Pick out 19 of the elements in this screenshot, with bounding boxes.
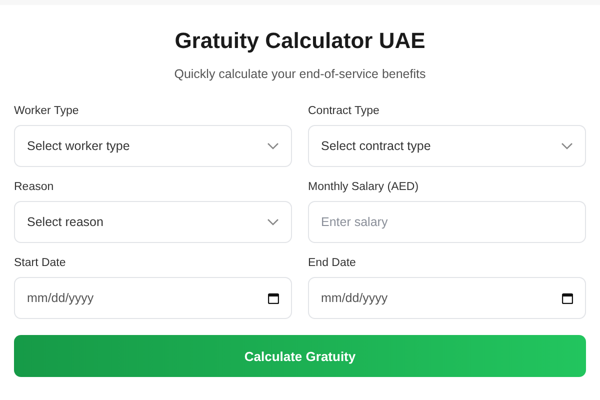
select-dropdown[interactable]: Select worker type <box>14 125 292 167</box>
chevron-down-icon <box>267 218 279 226</box>
page-title: Gratuity Calculator UAE <box>174 27 426 55</box>
field-label: Start Date <box>14 257 66 269</box>
chevron-down-icon <box>561 142 573 150</box>
field-label: Contract Type <box>308 105 380 117</box>
select-dropdown[interactable]: Select contract type <box>308 125 586 167</box>
page-subtitle: Quickly calculate your end-of-service benefits <box>173 67 427 81</box>
select-dropdown[interactable]: Select reason <box>14 201 292 243</box>
calendar-icon <box>268 292 279 304</box>
salary-input-field[interactable]: Enter salary <box>308 201 586 243</box>
field-label: End Date <box>308 257 356 269</box>
date-input-field[interactable]: mm/dd/yyyy <box>308 277 586 319</box>
chevron-down-icon <box>267 142 279 150</box>
calendar-icon <box>562 292 573 304</box>
field-label: Reason <box>14 181 54 193</box>
field-label: Monthly Salary (AED) <box>308 181 419 193</box>
date-input-field[interactable]: mm/dd/yyyy <box>14 277 292 319</box>
field-label: Worker Type <box>14 105 79 117</box>
